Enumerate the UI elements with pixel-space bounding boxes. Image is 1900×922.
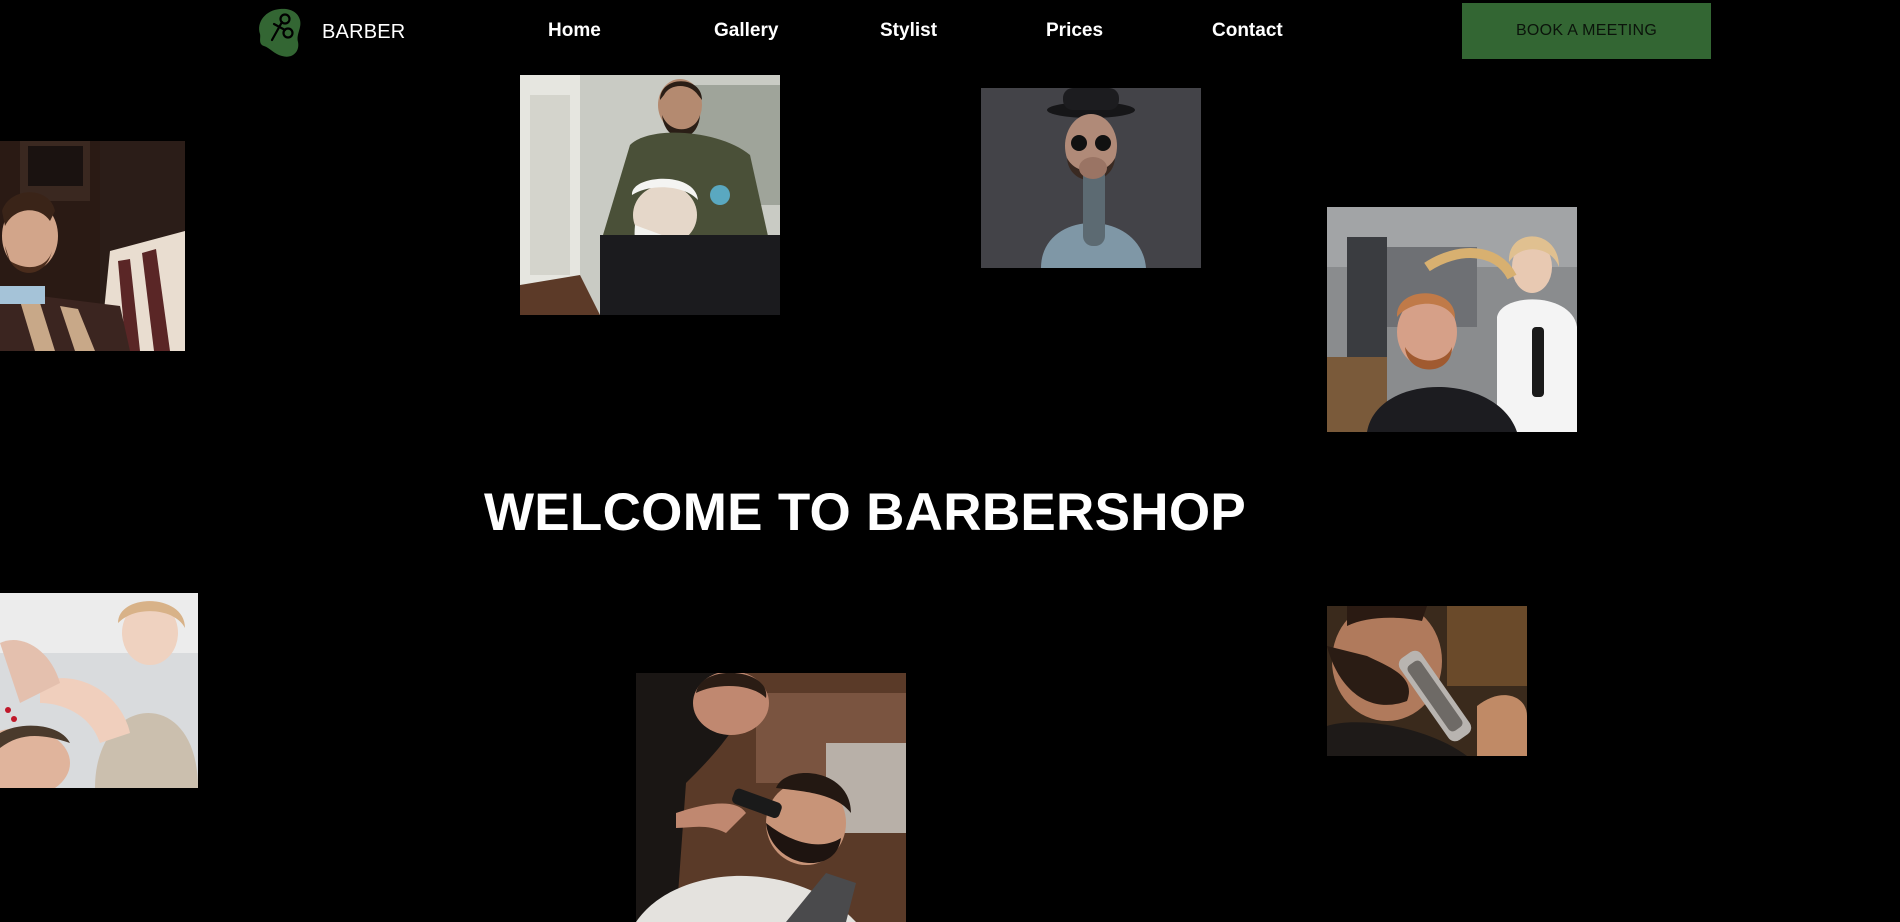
nav-item-stylist[interactable]: Stylist (880, 20, 937, 42)
nav-item-home[interactable]: Home (548, 20, 601, 42)
brand-name: BARBER (322, 20, 406, 43)
nav-item-prices[interactable]: Prices (1046, 20, 1103, 42)
gallery-photo-stylist-hands (0, 593, 198, 788)
gallery-photo-clipper (1327, 606, 1527, 756)
gallery-photo-hairspray (1327, 207, 1577, 432)
page: BARBER Home Gallery Stylist Prices Conta… (0, 0, 1900, 922)
brand-logo[interactable]: BARBER (252, 4, 405, 60)
nav-item-contact[interactable]: Contact (1212, 20, 1283, 42)
hero-title: WELCOME TO BARBERSHOP (483, 483, 1247, 542)
book-meeting-button[interactable]: BOOK A MEETING (1462, 3, 1711, 59)
gallery-photo-beard-styling (520, 75, 780, 315)
gallery-photo-beard-trim (636, 673, 906, 922)
gallery-photo-client-profile (0, 141, 185, 351)
scissors-leaf-logo-icon (259, 8, 301, 57)
gallery-photo-hat-man (981, 88, 1201, 268)
nav-item-gallery[interactable]: Gallery (714, 20, 778, 42)
